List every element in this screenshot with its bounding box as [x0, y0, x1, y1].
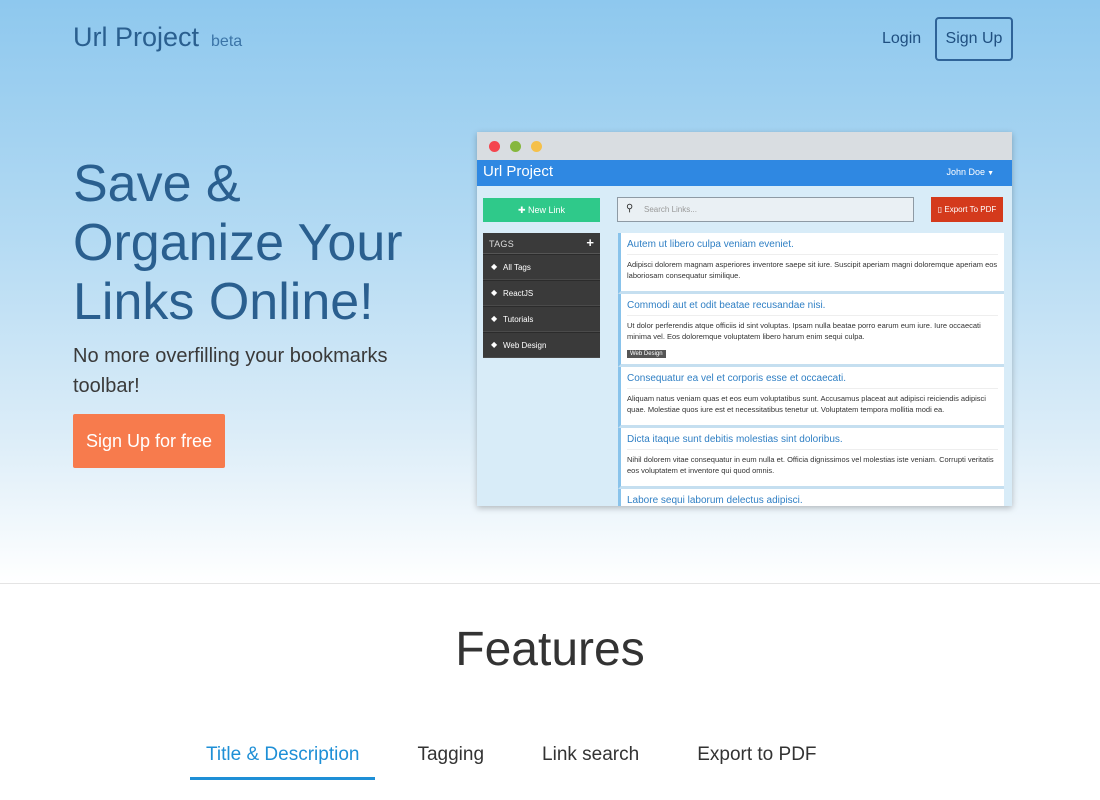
link-card: Autem ut libero culpa veniam eveniet. Ad… — [618, 233, 1004, 294]
mock-export-label: Export To PDF — [944, 205, 997, 214]
link-tag-badge: Web Design — [627, 350, 666, 358]
mock-tags-panel: TAGS + ◆ All Tags ◆ ReactJS ◆ Tutorials ◆ We… — [483, 233, 600, 358]
mock-new-link-button: ✚ New Link — [483, 198, 600, 222]
tab-tagging[interactable]: Tagging — [401, 734, 500, 780]
brand-name[interactable]: Url Project — [73, 22, 199, 53]
mock-new-link-label: New Link — [528, 204, 566, 215]
login-link[interactable]: Login — [870, 18, 933, 60]
mock-export-button: ▯ Export To PDF — [931, 197, 1003, 222]
hero-title: Save & Organize Your Links Online! — [73, 155, 403, 331]
link-card: Consequatur ea vel et corporis esse et o… — [618, 367, 1004, 428]
mock-navbar: Url Project John Doe ▼ — [477, 160, 1012, 186]
link-description: Ut dolor perferendis atque officiis id s… — [627, 321, 981, 341]
add-tag-icon: + — [586, 235, 594, 250]
link-card: Labore sequi laborum delectus adipisci. — [618, 489, 1004, 506]
mock-user-menu: John Doe ▼ — [947, 167, 994, 177]
tag-label: ReactJS — [503, 289, 534, 298]
mock-brand: Url Project — [483, 163, 554, 180]
link-title: Dicta itaque sunt debitis molestias sint… — [627, 434, 998, 450]
mock-search-placeholder: Search Links... — [644, 205, 697, 214]
link-description: Adipisci dolorem magnam asperiores inven… — [627, 260, 998, 280]
tag-label: Tutorials — [503, 315, 534, 324]
link-description: Nihil dolorem vitae consequatur in eum n… — [627, 455, 994, 475]
link-title: Consequatur ea vel et corporis esse et o… — [627, 373, 998, 389]
signup-free-button[interactable]: Sign Up for free — [73, 414, 225, 468]
plus-icon: ✚ — [517, 204, 529, 215]
tag-item: ◆ ReactJS — [483, 280, 600, 306]
tag-icon: ◆ — [491, 288, 498, 297]
tag-label: All Tags — [503, 263, 531, 272]
link-title: Autem ut libero culpa veniam eveniet. — [627, 239, 998, 255]
link-title: Commodi aut et odit beatae recusandae ni… — [627, 300, 998, 316]
signup-button[interactable]: Sign Up — [935, 17, 1013, 61]
brand[interactable]: Url Project beta — [73, 22, 242, 53]
close-dot-icon — [489, 141, 500, 152]
tag-icon: ◆ — [491, 314, 498, 323]
beta-badge: beta — [211, 33, 243, 50]
mock-search-input: ⚲ Search Links... — [617, 197, 914, 222]
tag-icon: ◆ — [491, 340, 498, 349]
app-screenshot-mockup: Url Project John Doe ▼ ✚ New Link ⚲ Searc… — [477, 132, 1012, 506]
hero-subtitle: No more overfilling your bookmarks toolb… — [73, 345, 388, 397]
window-chrome — [477, 132, 1012, 160]
link-card: Commodi aut et odit beatae recusandae ni… — [618, 294, 1004, 367]
tag-item: ◆ Tutorials — [483, 306, 600, 332]
link-description: Aliquam natus veniam quas et eos eum vol… — [627, 394, 986, 414]
mock-user-name: John Doe — [946, 167, 986, 177]
search-icon: ⚲ — [626, 203, 634, 214]
features-tabs: Title & Description Tagging Link search … — [190, 734, 859, 782]
tag-label: Web Design — [503, 341, 547, 350]
mock-links-list: Autem ut libero culpa veniam eveniet. Ad… — [618, 233, 1004, 506]
tags-header: TAGS + — [483, 233, 600, 254]
hero-section: Url Project beta Login Sign Up Save & Or… — [0, 0, 1100, 584]
tab-export-pdf[interactable]: Export to PDF — [681, 734, 832, 780]
caret-down-icon: ▼ — [987, 170, 994, 177]
link-card: Dicta itaque sunt debitis molestias sint… — [618, 428, 1004, 489]
maximize-dot-icon — [510, 141, 521, 152]
tab-title-description[interactable]: Title & Description — [190, 734, 376, 780]
features-title: Features — [455, 623, 645, 676]
tags-header-label: TAGS — [489, 239, 515, 249]
tab-link-search[interactable]: Link search — [526, 734, 655, 780]
tag-icon: ◆ — [491, 262, 498, 271]
tag-item: ◆ All Tags — [483, 254, 600, 280]
tag-item: ◆ Web Design — [483, 332, 600, 358]
link-title: Labore sequi laborum delectus adipisci. — [627, 495, 998, 506]
minimize-dot-icon — [531, 141, 542, 152]
